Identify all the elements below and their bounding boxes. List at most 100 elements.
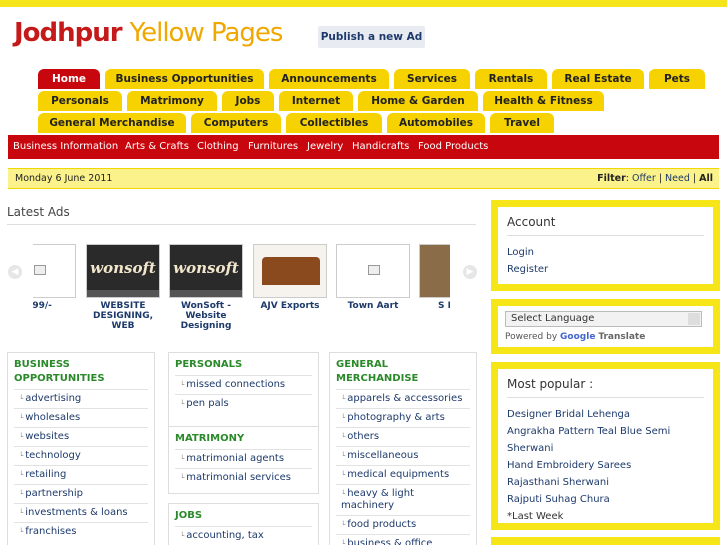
tab-collectibles[interactable]: Collectibles xyxy=(286,113,382,133)
account-heading: Account xyxy=(507,215,556,229)
translate-label: Translate xyxy=(598,332,646,342)
tab-business-opportunities[interactable]: Business Opportunities xyxy=(105,69,264,89)
tab-jobs[interactable]: Jobs xyxy=(222,91,274,111)
tab-home-garden[interactable]: Home & Garden xyxy=(358,91,478,111)
image-placeholder-icon xyxy=(34,265,46,275)
list-item[interactable]: websites xyxy=(14,427,148,446)
list-item[interactable]: pen pals xyxy=(175,394,312,413)
carousel-prev-icon[interactable]: ◀ xyxy=(8,265,22,279)
list-item[interactable]: photography & arts xyxy=(336,408,470,427)
tab-automobiles[interactable]: Automobiles xyxy=(387,113,485,133)
filter-controls: Filter: Offer | Need | All xyxy=(597,173,713,184)
cat-jewelry[interactable]: Jewelry xyxy=(307,135,343,159)
furniture-image xyxy=(262,257,320,285)
google-logo: Google xyxy=(560,332,596,342)
date-filter-bar: Monday 6 June 2011 Filter: Offer | Need … xyxy=(8,168,719,189)
ad-thumbnail[interactable] xyxy=(419,244,450,298)
list-item[interactable]: missed connections xyxy=(175,375,312,394)
tab-health-fitness[interactable]: Health & Fitness xyxy=(483,91,604,111)
ad-thumbnail[interactable] xyxy=(33,244,76,298)
cat-clothing[interactable]: Clothing xyxy=(197,135,239,159)
top-accent-bar xyxy=(0,0,727,7)
ad-caption[interactable]: AJV Exports xyxy=(253,301,327,311)
list-item[interactable]: technology xyxy=(14,446,148,465)
publish-ad-button[interactable]: Publish a new Ad xyxy=(318,26,425,48)
divider xyxy=(507,397,704,398)
category-bar: Business Information Arts & Crafts Cloth… xyxy=(8,135,719,159)
list-item[interactable]: matrimonial agents xyxy=(175,449,312,468)
ad-caption[interactable]: Town Aart xyxy=(336,301,410,311)
matrimony-column: MATRIMONY matrimonial agents matrimonial… xyxy=(168,426,319,494)
latest-ads-heading: Latest Ads xyxy=(7,205,70,219)
tab-announcements[interactable]: Announcements xyxy=(269,69,389,89)
login-link[interactable]: Login xyxy=(507,244,704,261)
list-item[interactable]: heavy & light machinery xyxy=(336,484,470,515)
tab-services[interactable]: Services xyxy=(394,69,470,89)
ad-caption[interactable]: S Hand xyxy=(419,301,450,311)
list-item[interactable]: medical equipments xyxy=(336,465,470,484)
list-item[interactable]: investments & loans xyxy=(14,503,148,522)
list-item[interactable]: retailing xyxy=(14,465,148,484)
ad-thumbnail[interactable]: wonsoft xyxy=(86,244,160,298)
register-link[interactable]: Register xyxy=(507,261,704,278)
tab-rentals[interactable]: Rentals xyxy=(475,69,547,89)
popular-item[interactable]: Rajasthani Sherwani xyxy=(507,474,704,491)
filter-need-link[interactable]: Need xyxy=(665,173,690,184)
language-select[interactable]: Select Language xyxy=(505,311,702,327)
list-item[interactable]: business & office equipments xyxy=(336,534,470,545)
list-item[interactable]: franchises xyxy=(14,522,148,541)
wonsoft-logo: wonsoft xyxy=(90,259,156,277)
filter-all-link[interactable]: All xyxy=(699,173,713,184)
popular-item[interactable]: Hand Embroidery Sarees xyxy=(507,457,704,474)
list-item[interactable]: accounting, tax xyxy=(175,526,312,545)
carousel-next-icon[interactable]: ▶ xyxy=(463,265,477,279)
cat-handicrafts[interactable]: Handicrafts xyxy=(352,135,409,159)
tab-pets[interactable]: Pets xyxy=(649,69,705,89)
list-item[interactable]: advertising xyxy=(14,389,148,408)
tab-real-estate[interactable]: Real Estate xyxy=(552,69,644,89)
column-heading[interactable]: BUSINESS OPPORTUNITIES xyxy=(8,353,154,389)
tab-computers[interactable]: Computers xyxy=(191,113,281,133)
ad-caption[interactable]: WonSoft - Website Designing xyxy=(169,301,243,331)
tab-travel[interactable]: Travel xyxy=(490,113,554,133)
cat-business-information[interactable]: Business Information xyxy=(13,135,118,159)
logo-part1: Jodhpur xyxy=(14,18,123,48)
list-item[interactable]: miscellaneous xyxy=(336,446,470,465)
latest-ads-carousel: 799/- wonsoft WEBSITE DESIGNING, WEB won… xyxy=(33,244,450,340)
popular-item[interactable]: Angrakha Pattern Teal Blue Semi Sherwani xyxy=(507,423,704,457)
ad-thumbnail[interactable] xyxy=(336,244,410,298)
popular-item[interactable]: Rajputi Suhag Chura xyxy=(507,491,704,508)
personals-column: PERSONALS missed connections pen pals xyxy=(168,352,319,430)
popular-item[interactable]: Designer Bridal Lehenga xyxy=(507,406,704,423)
ad-caption[interactable]: WEBSITE DESIGNING, WEB xyxy=(86,301,160,331)
ad-thumbnail[interactable]: wonsoft xyxy=(169,244,243,298)
site-logo[interactable]: Jodhpur Yellow Pages xyxy=(14,18,283,48)
cat-food-products[interactable]: Food Products xyxy=(418,135,488,159)
tab-internet[interactable]: Internet xyxy=(279,91,353,111)
ad-thumbnail[interactable] xyxy=(253,244,327,298)
ad-caption[interactable]: 799/- xyxy=(33,301,76,311)
tab-personals[interactable]: Personals xyxy=(38,91,122,111)
column-heading[interactable]: PERSONALS xyxy=(169,353,318,375)
list-item[interactable]: partnership xyxy=(14,484,148,503)
powered-by-google[interactable]: Powered by Google Translate xyxy=(505,332,706,342)
thumb-band xyxy=(87,290,159,297)
column-heading[interactable]: JOBS xyxy=(169,504,318,526)
tab-general-merchandise[interactable]: General Merchandise xyxy=(38,113,186,133)
list-item[interactable]: others xyxy=(336,427,470,446)
tab-matrimony[interactable]: Matrimony xyxy=(127,91,217,111)
thumb-band xyxy=(170,290,242,297)
list-item[interactable]: matrimonial services xyxy=(175,468,312,487)
tab-home[interactable]: Home xyxy=(38,69,100,89)
column-heading[interactable]: MATRIMONY xyxy=(169,427,318,449)
cat-arts-crafts[interactable]: Arts & Crafts xyxy=(125,135,189,159)
filter-offer-link[interactable]: Offer xyxy=(632,173,656,184)
list-item[interactable]: wholesales xyxy=(14,408,148,427)
column-heading[interactable]: GENERAL MERCHANDISE xyxy=(330,353,476,389)
divider xyxy=(507,235,704,236)
cat-furnitures[interactable]: Furnitures xyxy=(248,135,298,159)
chevron-down-icon xyxy=(688,313,700,325)
list-item[interactable]: apparels & accessories xyxy=(336,389,470,408)
jobs-column: JOBS accounting, tax xyxy=(168,503,319,545)
list-item[interactable]: food products xyxy=(336,515,470,534)
